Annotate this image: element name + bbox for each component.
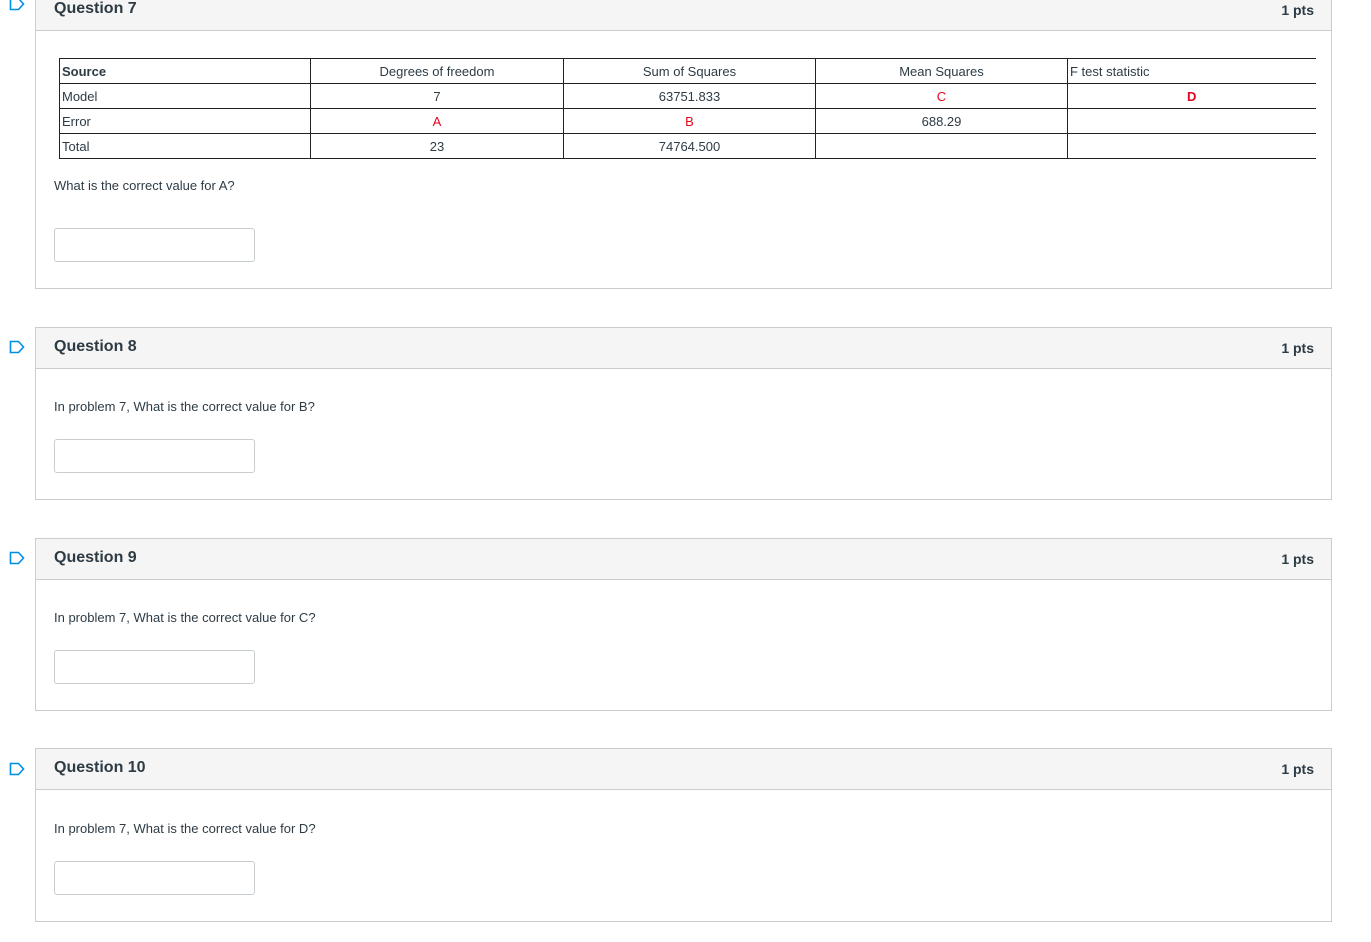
question-title: Question 8 <box>54 338 137 355</box>
question-7: Question 7 1 pts Source Degrees of freed… <box>35 0 1332 289</box>
table-header-source: Source <box>59 58 311 84</box>
table-cell: 688.29 <box>815 108 1068 134</box>
question-10: Question 10 1 pts In problem 7, What is … <box>35 748 1332 922</box>
question-points: 1 pts <box>1281 2 1314 18</box>
table-cell-placeholder-c: C <box>815 83 1068 109</box>
table-row: Error A B 688.29 <box>59 108 1316 134</box>
question-title: Question 9 <box>54 549 137 566</box>
table-cell: 23 <box>310 133 564 159</box>
answer-input[interactable] <box>54 861 255 895</box>
question-points: 1 pts <box>1281 551 1314 567</box>
question-text: What is the correct value for A? <box>54 178 235 193</box>
table-cell <box>1067 108 1316 134</box>
table-cell-placeholder-a: A <box>310 108 564 134</box>
question-points: 1 pts <box>1281 761 1314 777</box>
answer-input[interactable] <box>54 228 255 262</box>
flag-question-9-icon[interactable] <box>9 551 25 565</box>
question-points: 1 pts <box>1281 340 1314 356</box>
table-cell: 74764.500 <box>563 133 816 159</box>
table-cell: 7 <box>310 83 564 109</box>
flag-question-8-icon[interactable] <box>9 340 25 354</box>
table-header-ss: Sum of Squares <box>563 58 816 84</box>
anova-table: Source Degrees of freedom Sum of Squares… <box>59 58 1316 159</box>
question-title: Question 10 <box>54 759 146 776</box>
table-header-ms: Mean Squares <box>815 58 1068 84</box>
question-text: In problem 7, What is the correct value … <box>54 610 316 625</box>
question-8-header: Question 8 1 pts <box>36 328 1331 369</box>
question-9-header: Question 9 1 pts <box>36 539 1331 580</box>
flag-question-10-icon[interactable] <box>9 762 25 776</box>
quiz-page: Question 7 1 pts Source Degrees of freed… <box>0 0 1371 942</box>
table-header-row: Source Degrees of freedom Sum of Squares… <box>59 58 1316 84</box>
answer-input[interactable] <box>54 439 255 473</box>
table-row: Total 23 74764.500 <box>59 133 1316 159</box>
table-cell-placeholder-d: D <box>1067 83 1316 109</box>
table-row: Model 7 63751.833 C D <box>59 83 1316 109</box>
question-10-header: Question 10 1 pts <box>36 749 1331 790</box>
table-cell-placeholder-b: B <box>563 108 816 134</box>
question-7-header: Question 7 1 pts <box>36 0 1331 31</box>
table-cell <box>1067 133 1316 159</box>
question-text: In problem 7, What is the correct value … <box>54 399 315 414</box>
flag-question-7-icon[interactable] <box>9 0 25 11</box>
answer-input[interactable] <box>54 650 255 684</box>
question-8: Question 8 1 pts In problem 7, What is t… <box>35 327 1332 500</box>
question-9: Question 9 1 pts In problem 7, What is t… <box>35 538 1332 711</box>
table-cell: Total <box>59 133 311 159</box>
table-header-df: Degrees of freedom <box>310 58 564 84</box>
table-cell <box>815 133 1068 159</box>
table-cell: Error <box>59 108 311 134</box>
question-text: In problem 7, What is the correct value … <box>54 821 316 836</box>
question-title: Question 7 <box>54 0 137 17</box>
table-cell: 63751.833 <box>563 83 816 109</box>
table-cell: Model <box>59 83 311 109</box>
table-header-f: F test statistic <box>1067 58 1316 84</box>
